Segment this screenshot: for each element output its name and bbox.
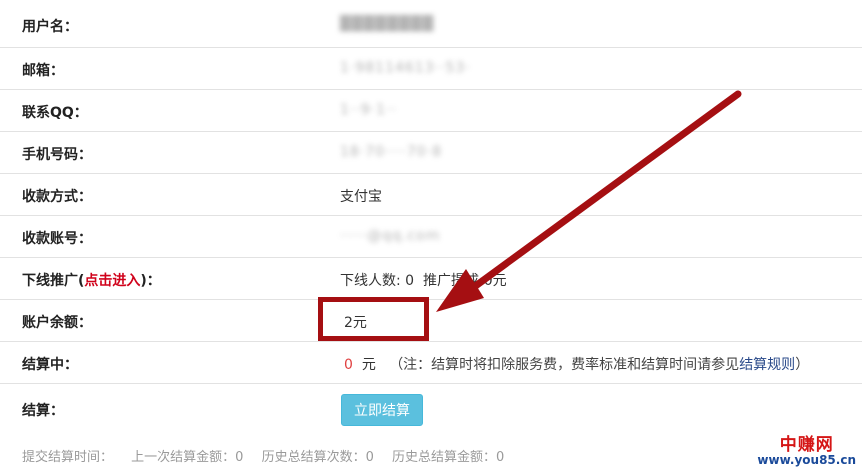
annotation-arrow-head [436,269,484,312]
watermark-title: 中赚网 [779,435,834,455]
annotation-arrow-shaft [466,90,742,294]
site-watermark: 中赚网 www.you85.cn [757,435,856,467]
annotation-arrow [436,90,742,312]
watermark-url: www.you85.cn [757,453,856,467]
